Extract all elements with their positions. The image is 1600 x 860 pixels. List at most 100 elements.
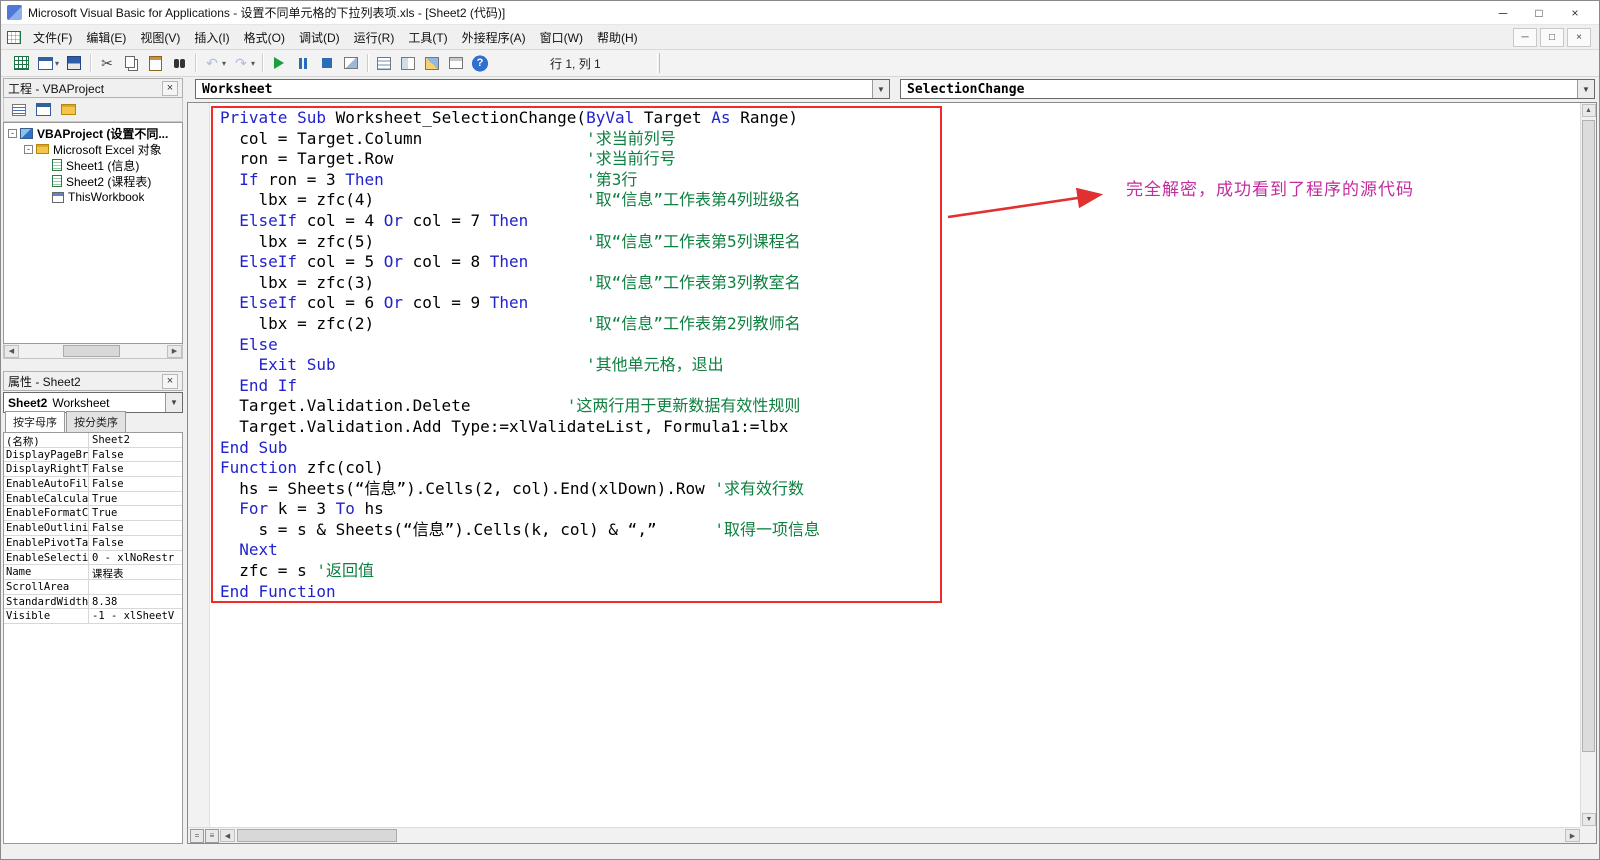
code-line[interactable]: For k = 3 To hs — [220, 499, 1580, 520]
property-row[interactable]: ScrollArea — [4, 579, 182, 595]
scroll-left-icon[interactable] — [220, 829, 235, 842]
code-line[interactable]: ElseIf col = 4 Or col = 7 Then — [220, 211, 1580, 232]
object-selector[interactable]: Sheet2 Worksheet — [3, 392, 183, 413]
scroll-left-icon[interactable] — [4, 344, 19, 358]
find-icon[interactable] — [168, 53, 190, 74]
tree-item[interactable]: Sheet2 (课程表) — [4, 173, 182, 189]
cut-icon[interactable]: ✂ — [96, 53, 118, 74]
property-value[interactable]: 8.38 — [89, 595, 182, 609]
code-line[interactable]: ElseIf col = 6 Or col = 9 Then — [220, 293, 1580, 314]
undo-icon[interactable]: ↶ — [201, 53, 223, 74]
horizontal-scrollbar[interactable]: = ≡ — [188, 827, 1580, 843]
selector-dropdown-icon[interactable] — [165, 393, 182, 412]
property-value[interactable]: False — [89, 477, 182, 491]
object-combo[interactable]: Worksheet — [195, 79, 890, 99]
property-row[interactable]: EnableAutoFilt False — [4, 477, 182, 492]
toolbox-icon[interactable] — [445, 53, 467, 74]
prop-tab[interactable]: 按分类序 — [66, 411, 126, 432]
code-line[interactable]: col = Target.Column '求当前列号 — [220, 129, 1580, 150]
code-line[interactable]: lbx = zfc(3) '取“信息”工作表第3列教室名 — [220, 273, 1580, 294]
menu-item[interactable]: 帮助(H) — [590, 25, 645, 50]
scroll-track[interactable] — [19, 344, 167, 358]
property-row[interactable]: EnableFormatCo True — [4, 506, 182, 522]
scroll-down-icon[interactable] — [1582, 813, 1596, 826]
menu-item[interactable]: 窗口(W) — [533, 25, 590, 50]
child-close-button[interactable]: × — [1567, 27, 1591, 47]
properties-window-icon[interactable] — [397, 53, 419, 74]
code-line[interactable]: End Function — [220, 582, 1580, 603]
property-value[interactable]: False — [89, 536, 182, 550]
run-icon[interactable] — [268, 53, 290, 74]
menu-item[interactable]: 编辑(E) — [79, 25, 133, 50]
design-mode-icon[interactable] — [340, 53, 362, 74]
child-restore-button[interactable]: □ — [1540, 27, 1564, 47]
tree-item[interactable]: - Microsoft Excel 对象 — [4, 141, 182, 157]
scroll-right-icon[interactable] — [1565, 829, 1580, 842]
property-value[interactable]: False — [89, 462, 182, 476]
full-module-view-icon[interactable]: ≡ — [205, 828, 219, 843]
redo-icon[interactable]: ↷ — [230, 53, 252, 74]
scroll-thumb[interactable] — [63, 345, 120, 357]
child-minimize-button[interactable]: ─ — [1513, 27, 1537, 47]
code-line[interactable]: End If — [220, 376, 1580, 397]
code-line[interactable]: lbx = zfc(5) '取“信息”工作表第5列课程名 — [220, 232, 1580, 253]
property-value[interactable]: True — [89, 492, 182, 506]
object-browser-icon[interactable] — [421, 53, 443, 74]
property-row[interactable]: DisplayPageBre False — [4, 447, 182, 463]
object-combo-arrow-icon[interactable] — [872, 80, 889, 98]
copy-icon[interactable] — [120, 53, 142, 74]
code-line[interactable]: ElseIf col = 5 Or col = 8 Then — [220, 252, 1580, 273]
toolbar-handle[interactable] — [656, 53, 660, 73]
properties-close-icon[interactable]: × — [162, 373, 178, 389]
property-value[interactable]: 课程表 — [89, 565, 182, 579]
property-row[interactable]: EnablePivotTab False — [4, 535, 182, 551]
scroll-up-icon[interactable] — [1581, 104, 1596, 117]
code-line[interactable]: s = s & Sheets(“信息”).Cells(k, col) & “,”… — [220, 520, 1580, 541]
code-line[interactable]: hs = Sheets(“信息”).Cells(2, col).End(xlDo… — [220, 479, 1580, 500]
view-excel-icon[interactable] — [10, 53, 32, 74]
property-row[interactable]: DisplayRightTo False — [4, 462, 182, 478]
paste-icon[interactable] — [144, 53, 166, 74]
tree-item[interactable]: Sheet1 (信息) — [4, 157, 182, 173]
property-row[interactable]: (名称) Sheet2 — [4, 433, 182, 448]
property-value[interactable]: 0 - xlNoRestr — [89, 551, 182, 565]
code-line[interactable]: ron = Target.Row '求当前行号 — [220, 149, 1580, 170]
view-object-icon[interactable] — [33, 100, 54, 119]
property-value[interactable] — [89, 580, 182, 594]
property-value[interactable]: Sheet2 — [89, 433, 182, 447]
maximize-button[interactable]: □ — [1521, 2, 1557, 24]
vertical-scrollbar[interactable] — [1580, 103, 1596, 827]
menu-item[interactable]: 外接程序(A) — [455, 25, 533, 50]
horizontal-scroll-thumb[interactable] — [237, 829, 397, 842]
scroll-track[interactable] — [235, 828, 1565, 843]
tree-item[interactable]: - VBAProject (设置不同... — [4, 125, 182, 141]
code-line[interactable]: Private Sub Worksheet_SelectionChange(By… — [220, 108, 1580, 129]
project-tree-hscrollbar[interactable] — [3, 344, 183, 359]
menu-item[interactable]: 文件(F) — [26, 25, 79, 50]
prop-tab[interactable]: 按字母序 — [5, 411, 65, 432]
code-line[interactable]: Exit Sub '其他单元格，退出 — [220, 355, 1580, 376]
help-icon[interactable]: ? — [469, 52, 492, 74]
tree-expander-icon[interactable]: - — [8, 128, 17, 138]
code-line[interactable]: lbx = zfc(2) '取“信息”工作表第2列教师名 — [220, 314, 1580, 335]
property-row[interactable]: Name 课程表 — [4, 565, 182, 580]
panel-splitter[interactable] — [3, 359, 183, 371]
menu-item[interactable]: 调试(D) — [292, 25, 347, 50]
save-icon[interactable] — [63, 53, 85, 74]
menu-item[interactable]: 格式(O) — [237, 25, 292, 50]
property-row[interactable]: EnableCalculat True — [4, 491, 182, 507]
project-close-icon[interactable]: × — [162, 80, 178, 96]
event-combo[interactable]: SelectionChange — [900, 79, 1595, 99]
code-line[interactable]: zfc = s '返回值 — [220, 561, 1580, 582]
minimize-button[interactable]: ─ — [1485, 2, 1521, 24]
property-value[interactable]: False — [89, 448, 182, 462]
tree-expander-icon[interactable]: - — [24, 144, 33, 154]
property-row[interactable]: EnableOutlinin False — [4, 521, 182, 536]
property-row[interactable]: StandardWidth 8.38 — [4, 594, 182, 610]
event-combo-arrow-icon[interactable] — [1577, 80, 1594, 98]
menu-item[interactable]: 工具(T) — [401, 25, 454, 50]
code-line[interactable]: Target.Validation.Delete '这两行用于更新数据有效性规则 — [220, 396, 1580, 417]
property-row[interactable]: EnableSelectio 0 - xlNoRestr — [4, 550, 182, 566]
project-explorer-icon[interactable] — [373, 53, 395, 74]
code-line[interactable]: Next — [220, 540, 1580, 561]
